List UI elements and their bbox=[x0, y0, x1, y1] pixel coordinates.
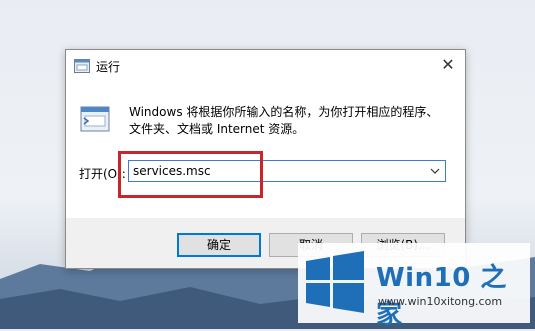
watermark-url: www.win10xitong.com bbox=[378, 295, 503, 308]
watermark-brand: Win10 之家 bbox=[376, 263, 507, 330]
windows-logo-icon bbox=[306, 251, 364, 313]
watermark: Win10 之家 www.win10xitong.com bbox=[298, 243, 530, 330]
ok-button[interactable]: 确定 bbox=[177, 233, 261, 257]
dialog-description: Windows 将根据你所输入的名称，为你打开相应的程序、文件夹、文档或 Int… bbox=[129, 105, 439, 136]
red-highlight-box bbox=[118, 151, 263, 198]
title-bar: 运行 ✕ bbox=[66, 50, 465, 80]
run-dialog-icon bbox=[80, 106, 110, 132]
run-window-icon bbox=[74, 59, 90, 73]
chevron-down-icon[interactable] bbox=[429, 165, 441, 177]
close-icon[interactable]: ✕ bbox=[439, 56, 457, 74]
run-dialog: 运行 ✕ Windows 将根据你所输入的名称，为你打开相应的程序、文件夹、文档… bbox=[65, 49, 466, 269]
window-title: 运行 bbox=[96, 60, 121, 74]
